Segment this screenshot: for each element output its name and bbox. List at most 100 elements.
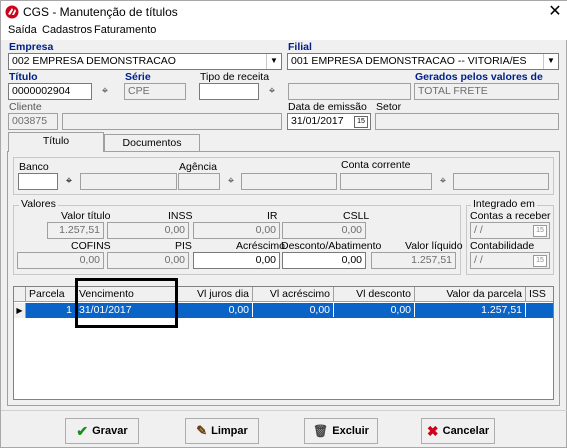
filial-select[interactable]: 001 EMPRESA DEMONSTRACAO -- VITORIA/ES ▼ — [287, 53, 559, 70]
close-icon[interactable]: ✕ — [544, 2, 566, 22]
contas-receber-value: / / — [474, 224, 483, 236]
tab-titulo-label: Título — [42, 135, 70, 147]
gravar-label: Gravar — [92, 425, 128, 437]
cofins-label: COFINS — [71, 240, 111, 252]
tipo-receita-desc — [288, 83, 411, 100]
valores-title: Valores — [19, 198, 58, 210]
chevron-down-icon[interactable]: ▼ — [543, 54, 558, 69]
desconto-label: Desconto/Abatimento — [281, 240, 382, 252]
binoculars-icon[interactable]: ⌖ — [434, 173, 452, 190]
ir-input[interactable]: 0,00 — [193, 222, 280, 239]
filial-label: Filial — [288, 41, 312, 53]
empresa-label: Empresa — [9, 41, 54, 53]
agencia-label: Agência — [179, 161, 217, 173]
setor-input[interactable] — [375, 113, 559, 130]
contabilidade-value: / / — [474, 254, 483, 266]
tipo-receita-input[interactable] — [199, 83, 259, 100]
pis-input[interactable]: 0,00 — [107, 252, 189, 269]
col-acrescimo[interactable]: Vl acréscimo — [253, 287, 334, 302]
binoculars-icon[interactable]: ⌖ — [263, 83, 281, 100]
contas-receber-label: Contas a receber — [470, 210, 551, 222]
gravar-button[interactable]: ✔ Gravar — [65, 418, 139, 444]
cliente-code[interactable]: 003875 — [8, 113, 58, 130]
agencia-desc — [241, 173, 337, 190]
csll-label: CSLL — [343, 210, 370, 222]
grid-corner — [14, 287, 26, 302]
conta-corrente-label: Conta corrente — [341, 159, 411, 171]
contas-receber-input[interactable]: / / 15 — [470, 222, 550, 239]
valor-titulo-input[interactable]: 1.257,51 — [47, 222, 104, 239]
ir-label: IR — [267, 210, 278, 222]
binoculars-icon[interactable]: ⌖ — [222, 173, 240, 190]
menu-bar: Saída Cadastros Faturamento — [1, 23, 567, 40]
inss-input[interactable]: 0,00 — [107, 222, 189, 239]
menu-cadastros[interactable]: Cadastros — [42, 24, 92, 36]
tab-documentos-label: Documentos — [122, 137, 182, 149]
inss-label: INSS — [168, 210, 193, 222]
col-iss[interactable]: ISS — [526, 287, 553, 302]
acrescimo-input[interactable]: 0,00 — [193, 252, 280, 269]
chevron-down-icon[interactable]: ▼ — [266, 54, 281, 69]
col-parcela[interactable]: Parcela — [26, 287, 76, 302]
valor-liquido-input[interactable]: 1.257,51 — [371, 252, 456, 269]
title-bar: CGS - Manutenção de títulos ✕ — [1, 1, 567, 23]
banco-label: Banco — [19, 161, 49, 173]
conta-corrente-input[interactable] — [340, 173, 432, 190]
serie-input[interactable]: CPE — [124, 83, 186, 100]
banco-input[interactable] — [18, 173, 58, 190]
integrado-title: Integrado em — [471, 198, 537, 210]
tab-titulo[interactable]: Título — [8, 132, 104, 152]
valor-titulo-label: Valor título — [61, 210, 111, 222]
cell-desconto[interactable]: 0,00 — [334, 303, 415, 317]
titulo-input[interactable]: 0000002904 — [8, 83, 92, 100]
excluir-button[interactable]: 🗑 Excluir — [304, 418, 378, 444]
desconto-input[interactable]: 0,00 — [282, 252, 366, 269]
row-indicator-icon: ▶ — [14, 303, 26, 318]
menu-faturamento[interactable]: Faturamento — [94, 24, 156, 36]
empresa-value: 002 EMPRESA DEMONSTRACAO — [12, 55, 176, 67]
banco-desc — [80, 173, 177, 190]
main-window: CGS - Manutenção de títulos ✕ Saída Cada… — [0, 0, 567, 448]
setor-label: Setor — [376, 101, 402, 113]
gerados-input[interactable]: TOTAL FRETE — [414, 83, 559, 100]
binoculars-icon[interactable]: ⌖ — [60, 173, 78, 190]
limpar-button[interactable]: ✎ Limpar — [185, 418, 259, 444]
serie-label: Série — [125, 71, 151, 83]
cofins-input[interactable]: 0,00 — [17, 252, 104, 269]
binoculars-icon[interactable]: ⌖ — [96, 83, 114, 100]
contabilidade-input[interactable]: / / 15 — [470, 252, 550, 269]
broom-icon: ✎ — [196, 423, 208, 438]
divider — [1, 410, 567, 411]
data-emissao-input[interactable]: 31/01/2017 15 — [287, 113, 371, 130]
empresa-select[interactable]: 002 EMPRESA DEMONSTRACAO ▼ — [8, 53, 282, 70]
excluir-label: Excluir — [332, 425, 369, 437]
csll-input[interactable]: 0,00 — [282, 222, 366, 239]
cancel-x-icon: ✖ — [426, 422, 439, 439]
highlight-box — [75, 278, 178, 328]
cell-acrescimo[interactable]: 0,00 — [253, 303, 334, 317]
menu-saida[interactable]: Saída — [8, 24, 37, 36]
col-valor-parcela[interactable]: Valor da parcela — [415, 287, 526, 302]
calendar-icon[interactable]: 15 — [533, 225, 547, 237]
cell-valor-parcela[interactable]: 1.257,51 — [415, 303, 526, 317]
valor-liquido-label: Valor líquido — [405, 240, 463, 252]
col-juros[interactable]: Vl juros dia — [177, 287, 253, 302]
cancelar-button[interactable]: ✖ Cancelar — [421, 418, 495, 444]
agencia-input[interactable] — [178, 173, 220, 190]
filial-value: 001 EMPRESA DEMONSTRACAO -- VITORIA/ES — [291, 55, 527, 67]
cell-juros[interactable]: 0,00 — [177, 303, 253, 317]
app-logo-icon — [5, 5, 19, 19]
contabilidade-label: Contabilidade — [470, 240, 535, 252]
conta-corrente-desc — [453, 173, 549, 190]
tab-documentos[interactable]: Documentos — [104, 134, 200, 152]
cliente-label: Cliente — [9, 101, 42, 113]
calendar-icon[interactable]: 15 — [533, 255, 547, 267]
trash-icon: 🗑 — [313, 424, 329, 438]
limpar-label: Limpar — [211, 425, 248, 437]
calendar-icon[interactable]: 15 — [354, 116, 368, 128]
col-desconto[interactable]: Vl desconto — [334, 287, 415, 302]
checkmark-icon: ✔ — [76, 422, 89, 439]
pis-label: PIS — [175, 240, 192, 252]
acrescimo-label: Acréscimo — [236, 240, 286, 252]
cell-parcela[interactable]: 1 — [26, 303, 76, 317]
